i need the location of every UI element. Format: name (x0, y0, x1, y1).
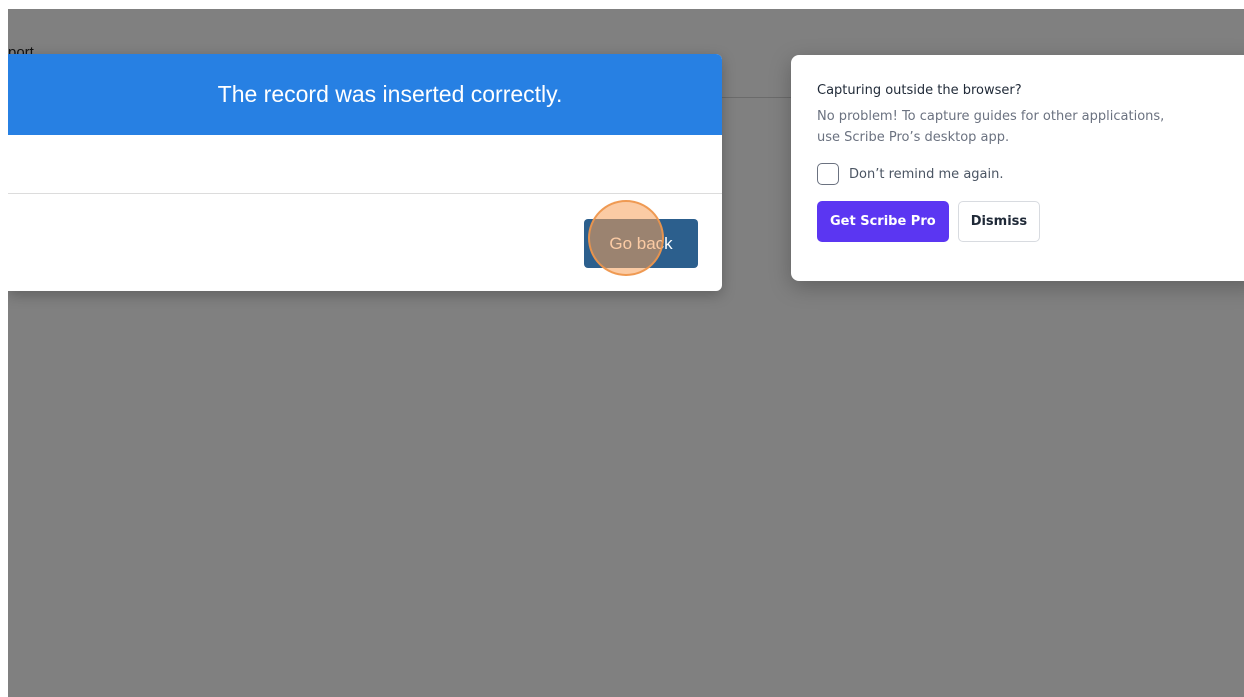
popup-description: No problem! To capture guides for other … (817, 109, 1165, 145)
go-back-button[interactable]: Go back (584, 219, 698, 268)
dismiss-button[interactable]: Dismiss (957, 201, 1041, 242)
scribe-popup: Capturing outside the browser? No proble… (791, 55, 1244, 281)
screen-frame: port The record was inserted correctly. … (8, 9, 1244, 697)
remind-checkbox[interactable] (817, 163, 839, 185)
popup-title: Capturing outside the browser? (817, 83, 1022, 98)
remind-checkbox-label[interactable]: Don’t remind me again. (849, 167, 1003, 182)
modal-title: The record was inserted correctly. (217, 81, 563, 107)
modal-footer: Go back (8, 194, 722, 291)
modal-body (8, 135, 722, 194)
popup-button-row: Get Scribe Pro Dismiss (817, 201, 1235, 242)
remind-checkbox-row[interactable]: Don’t remind me again. (817, 163, 1235, 185)
modal-header: The record was inserted correctly. (8, 54, 722, 135)
success-modal: The record was inserted correctly. Go ba… (8, 54, 722, 291)
get-scribe-pro-button[interactable]: Get Scribe Pro (817, 201, 949, 242)
